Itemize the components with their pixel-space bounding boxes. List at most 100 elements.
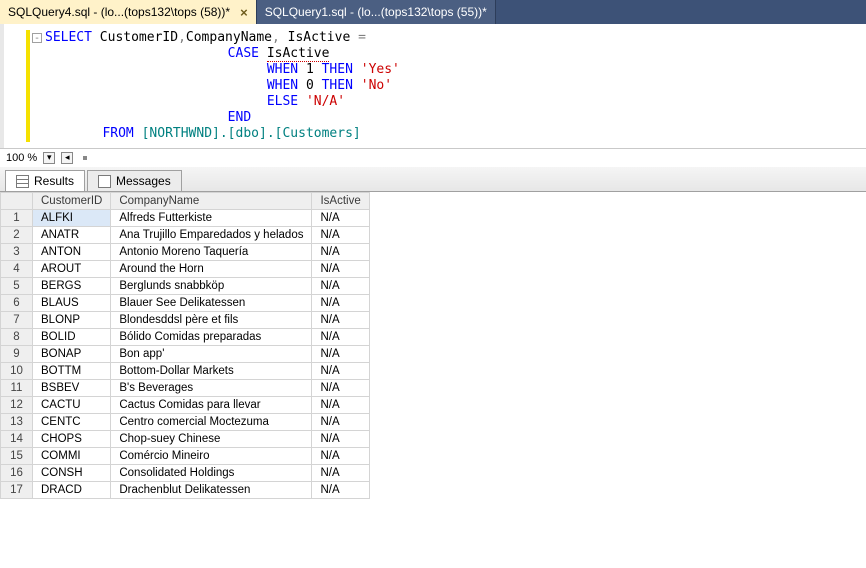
cell-isactive[interactable]: N/A [312, 329, 369, 346]
cell-customerid[interactable]: DRACD [33, 482, 111, 499]
row-number-header[interactable] [1, 193, 33, 210]
col-header-companyname[interactable]: CompanyName [111, 193, 312, 210]
row-number[interactable]: 3 [1, 244, 33, 261]
cell-customerid[interactable]: CACTU [33, 397, 111, 414]
cell-customerid[interactable]: CHOPS [33, 431, 111, 448]
row-number[interactable]: 1 [1, 210, 33, 227]
tab-sqlquery4[interactable]: SQLQuery4.sql - (lo...(tops132\tops (58)… [0, 0, 257, 24]
row-number[interactable]: 8 [1, 329, 33, 346]
results-grid-wrapper[interactable]: CustomerID CompanyName IsActive 1ALFKIAl… [0, 192, 866, 499]
table-row[interactable]: 4AROUTAround the HornN/A [1, 261, 370, 278]
cell-isactive[interactable]: N/A [312, 397, 369, 414]
row-number[interactable]: 6 [1, 295, 33, 312]
row-number[interactable]: 12 [1, 397, 33, 414]
cell-isactive[interactable]: N/A [312, 448, 369, 465]
row-number[interactable]: 17 [1, 482, 33, 499]
cell-isactive[interactable]: N/A [312, 482, 369, 499]
cell-companyname[interactable]: Berglunds snabbköp [111, 278, 312, 295]
table-row[interactable]: 15COMMIComércio MineiroN/A [1, 448, 370, 465]
row-number[interactable]: 4 [1, 261, 33, 278]
cell-isactive[interactable]: N/A [312, 465, 369, 482]
cell-customerid[interactable]: BERGS [33, 278, 111, 295]
tab-results[interactable]: Results [5, 170, 85, 191]
cell-companyname[interactable]: Chop-suey Chinese [111, 431, 312, 448]
row-number[interactable]: 10 [1, 363, 33, 380]
tab-messages[interactable]: Messages [87, 170, 182, 191]
cell-isactive[interactable]: N/A [312, 380, 369, 397]
row-number[interactable]: 5 [1, 278, 33, 295]
table-row[interactable]: 13CENTCCentro comercial MoctezumaN/A [1, 414, 370, 431]
cell-customerid[interactable]: BOTTM [33, 363, 111, 380]
cell-isactive[interactable]: N/A [312, 363, 369, 380]
cell-companyname[interactable]: Blauer See Delikatessen [111, 295, 312, 312]
cell-customerid[interactable]: COMMI [33, 448, 111, 465]
close-icon[interactable]: × [240, 5, 248, 20]
table-row[interactable]: 6BLAUSBlauer See DelikatessenN/A [1, 295, 370, 312]
cell-isactive[interactable]: N/A [312, 414, 369, 431]
cell-isactive[interactable]: N/A [312, 227, 369, 244]
table-row[interactable]: 9BONAPBon app'N/A [1, 346, 370, 363]
row-number[interactable]: 2 [1, 227, 33, 244]
table-row[interactable]: 14CHOPSChop-suey ChineseN/A [1, 431, 370, 448]
table-row[interactable]: 3ANTONAntonio Moreno TaqueríaN/A [1, 244, 370, 261]
row-number[interactable]: 7 [1, 312, 33, 329]
cell-companyname[interactable]: Antonio Moreno Taquería [111, 244, 312, 261]
cell-isactive[interactable]: N/A [312, 244, 369, 261]
cell-companyname[interactable]: Drachenblut Delikatessen [111, 482, 312, 499]
row-number[interactable]: 16 [1, 465, 33, 482]
cell-isactive[interactable]: N/A [312, 312, 369, 329]
scroll-thumb[interactable] [83, 156, 87, 160]
cell-companyname[interactable]: Alfreds Futterkiste [111, 210, 312, 227]
cell-companyname[interactable]: Bon app' [111, 346, 312, 363]
table-row[interactable]: 8BOLIDBólido Comidas preparadasN/A [1, 329, 370, 346]
table-row[interactable]: 5BERGSBerglunds snabbköpN/A [1, 278, 370, 295]
collapse-icon[interactable]: - [32, 33, 42, 43]
row-number[interactable]: 13 [1, 414, 33, 431]
col-header-customerid[interactable]: CustomerID [33, 193, 111, 210]
cell-companyname[interactable]: Comércio Mineiro [111, 448, 312, 465]
table-row[interactable]: 1ALFKIAlfreds FutterkisteN/A [1, 210, 370, 227]
cell-customerid[interactable]: CENTC [33, 414, 111, 431]
scroll-left-button[interactable]: ◂ [61, 152, 73, 164]
cell-isactive[interactable]: N/A [312, 261, 369, 278]
cell-customerid[interactable]: ANATR [33, 227, 111, 244]
tab-sqlquery1[interactable]: SQLQuery1.sql - (lo...(tops132\tops (55)… [257, 0, 496, 24]
cell-customerid[interactable]: BONAP [33, 346, 111, 363]
results-grid[interactable]: CustomerID CompanyName IsActive 1ALFKIAl… [0, 192, 370, 499]
row-number[interactable]: 11 [1, 380, 33, 397]
table-row[interactable]: 17DRACDDrachenblut DelikatessenN/A [1, 482, 370, 499]
cell-companyname[interactable]: Centro comercial Moctezuma [111, 414, 312, 431]
cell-customerid[interactable]: BOLID [33, 329, 111, 346]
cell-isactive[interactable]: N/A [312, 295, 369, 312]
zoom-value[interactable]: 100 % [6, 152, 37, 164]
cell-companyname[interactable]: Blondesddsl père et fils [111, 312, 312, 329]
cell-isactive[interactable]: N/A [312, 346, 369, 363]
cell-companyname[interactable]: Around the Horn [111, 261, 312, 278]
cell-customerid[interactable]: ANTON [33, 244, 111, 261]
sql-editor[interactable]: -SELECT CustomerID,CompanyName, IsActive… [0, 24, 866, 148]
table-row[interactable]: 16CONSHConsolidated HoldingsN/A [1, 465, 370, 482]
cell-companyname[interactable]: Bólido Comidas preparadas [111, 329, 312, 346]
row-number[interactable]: 15 [1, 448, 33, 465]
cell-customerid[interactable]: BSBEV [33, 380, 111, 397]
table-row[interactable]: 2ANATRAna Trujillo Emparedados y helados… [1, 227, 370, 244]
cell-isactive[interactable]: N/A [312, 431, 369, 448]
table-row[interactable]: 12CACTUCactus Comidas para llevarN/A [1, 397, 370, 414]
zoom-dropdown-button[interactable]: ▾ [43, 152, 55, 164]
cell-companyname[interactable]: Ana Trujillo Emparedados y helados [111, 227, 312, 244]
table-row[interactable]: 10BOTTMBottom-Dollar MarketsN/A [1, 363, 370, 380]
row-number[interactable]: 14 [1, 431, 33, 448]
cell-companyname[interactable]: Consolidated Holdings [111, 465, 312, 482]
row-number[interactable]: 9 [1, 346, 33, 363]
cell-customerid[interactable]: BLAUS [33, 295, 111, 312]
cell-isactive[interactable]: N/A [312, 278, 369, 295]
cell-isactive[interactable]: N/A [312, 210, 369, 227]
cell-companyname[interactable]: B's Beverages [111, 380, 312, 397]
cell-customerid[interactable]: BLONP [33, 312, 111, 329]
cell-customerid[interactable]: CONSH [33, 465, 111, 482]
table-row[interactable]: 11BSBEVB's BeveragesN/A [1, 380, 370, 397]
cell-companyname[interactable]: Bottom-Dollar Markets [111, 363, 312, 380]
col-header-isactive[interactable]: IsActive [312, 193, 369, 210]
table-row[interactable]: 7BLONPBlondesddsl père et filsN/A [1, 312, 370, 329]
cell-customerid[interactable]: ALFKI [33, 210, 111, 227]
